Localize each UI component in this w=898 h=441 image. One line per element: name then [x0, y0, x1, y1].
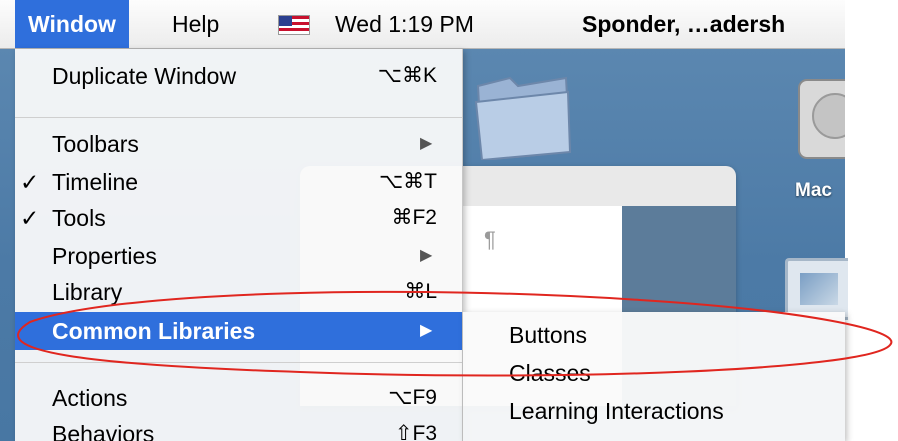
folder-icon[interactable] [470, 72, 574, 160]
menu-separator [15, 362, 462, 363]
menu-item-shortcut: ⌥⌘K [377, 64, 437, 87]
menu-item-properties[interactable]: Properties ▶ [15, 237, 462, 275]
menu-item-label: Actions [52, 385, 128, 411]
menu-item-duplicate-window[interactable]: Duplicate Window ⌥⌘K [15, 57, 462, 95]
hard-drive-icon[interactable] [795, 72, 845, 164]
submenu-arrow-icon: ▶ [420, 135, 433, 152]
pilcrow-icon: ¶ [484, 227, 496, 252]
menu-document-title[interactable]: Sponder, …adersh [570, 0, 797, 48]
menu-item-library[interactable]: Library ⌘L [15, 273, 462, 311]
submenu-item-learning-interactions[interactable]: Learning Interactions [509, 392, 724, 430]
menu-window[interactable]: Window [15, 0, 129, 48]
menu-item-shortcut: ⌥F9 [388, 386, 437, 409]
menu-item-timeline[interactable]: ✓ Timeline ⌥⌘T [15, 163, 462, 201]
submenu-arrow-icon: ▶ [420, 322, 433, 339]
menu-item-label: Timeline [52, 169, 139, 195]
menu-help[interactable]: Help [160, 0, 231, 48]
menu-item-shortcut: ⇧F3 [394, 422, 437, 441]
checkmark-icon: ✓ [20, 205, 40, 231]
menu-clock[interactable]: Wed 1:19 PM [323, 0, 486, 48]
menu-item-common-libraries[interactable]: Common Libraries ▶ [15, 312, 462, 350]
menu-item-shortcut: ⌘L [404, 280, 437, 303]
submenu-item-classes[interactable]: Classes [509, 354, 591, 392]
menu-item-behaviors[interactable]: Behaviors ⇧F3 [15, 415, 462, 441]
menu-item-label: Duplicate Window [52, 63, 237, 89]
menu-item-shortcut: ⌥⌘T [378, 170, 437, 193]
input-source-flag-icon[interactable] [278, 15, 310, 35]
menu-item-actions[interactable]: Actions ⌥F9 [15, 379, 462, 417]
submenu-arrow-icon: ▶ [420, 247, 433, 264]
menu-item-label: Common Libraries [52, 318, 256, 344]
menu-item-label: Toolbars [52, 131, 139, 157]
menu-separator [15, 117, 462, 118]
menu-item-toolbars[interactable]: Toolbars ▶ [15, 125, 462, 163]
menu-item-label: Library [52, 279, 123, 305]
checkmark-icon: ✓ [20, 169, 40, 195]
menu-item-shortcut: ⌘F2 [391, 206, 437, 229]
desktop-image-icon[interactable] [785, 258, 848, 320]
submenu-item-buttons[interactable]: Buttons [509, 316, 587, 354]
menu-item-tools[interactable]: ✓ Tools ⌘F2 [15, 199, 462, 237]
window-menu-dropdown: Duplicate Window ⌥⌘K Toolbars ▶ ✓ Timeli… [15, 49, 463, 441]
menu-bar: Window Help Wed 1:19 PM Sponder, …adersh [0, 0, 845, 49]
menu-item-label: Tools [52, 205, 106, 231]
common-libraries-submenu: Buttons Classes Learning Interactions [463, 312, 845, 441]
hard-drive-label[interactable]: Mac [795, 180, 845, 202]
menu-item-label: Behaviors [52, 421, 155, 441]
menu-item-label: Properties [52, 243, 157, 269]
